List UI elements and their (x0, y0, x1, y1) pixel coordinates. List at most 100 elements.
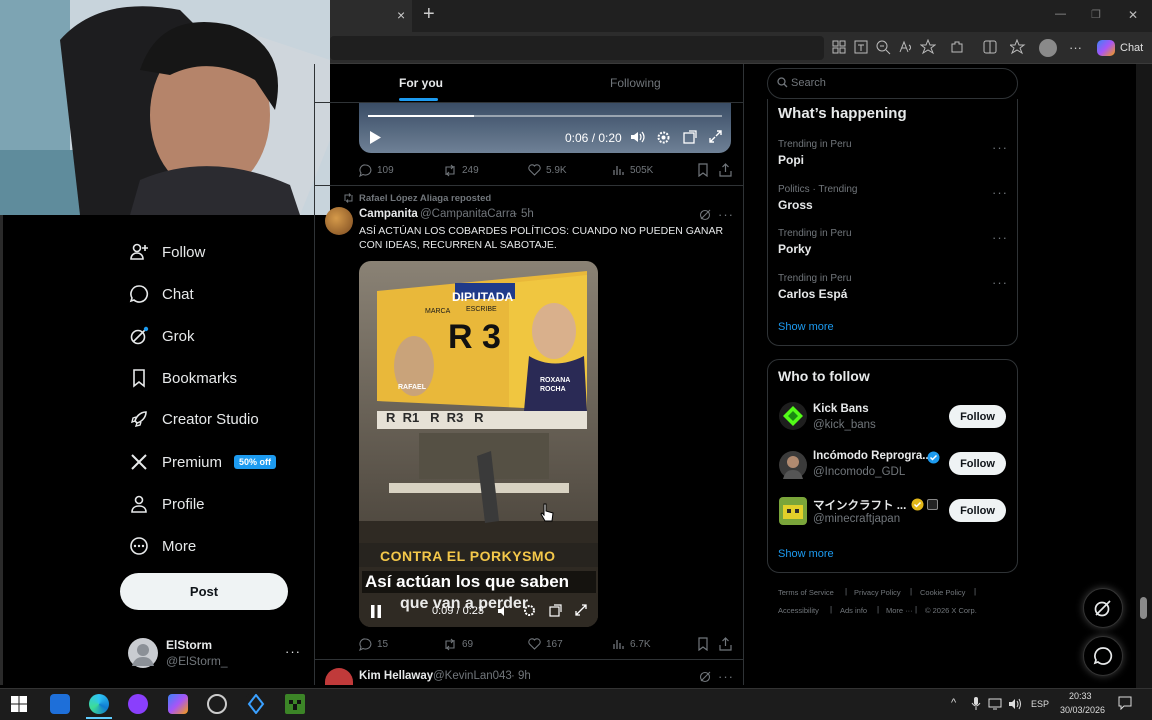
scrollbar-thumb[interactable] (1140, 597, 1147, 619)
favorite-star-icon[interactable] (920, 39, 938, 57)
grok-fab[interactable] (1083, 588, 1123, 628)
bookmark-icon[interactable] (697, 637, 709, 651)
follow-button[interactable]: Follow (949, 499, 1006, 522)
avatar[interactable] (128, 638, 158, 668)
like-action[interactable]: 167 (528, 638, 563, 650)
author-handle[interactable]: @CampanitaCarra (420, 208, 516, 220)
sidebar-item-chat[interactable]: Chat (128, 276, 194, 312)
sidebar-item-bookmarks[interactable]: Bookmarks (128, 360, 237, 396)
footer-accessibility-link[interactable]: Accessibility (778, 606, 819, 615)
trend-menu-icon[interactable]: ··· (992, 230, 1008, 245)
trend-item[interactable]: Trending in Peru Carlos Espá (778, 273, 852, 301)
sidebar-item-creator-studio[interactable]: Creator Studio (128, 401, 259, 437)
fullscreen-icon[interactable] (575, 604, 587, 616)
account-name[interactable]: Kick Bans (813, 403, 869, 415)
app-available-icon[interactable] (831, 39, 849, 57)
fullscreen-icon[interactable] (709, 130, 722, 143)
pip-icon[interactable] (549, 604, 562, 617)
repost-action[interactable]: 249 (443, 164, 479, 177)
post-menu-icon[interactable]: ··· (718, 669, 734, 684)
grok-icon[interactable] (699, 208, 712, 221)
trend-item[interactable]: Trending in Peru Popi (778, 139, 852, 167)
scrollbar[interactable] (1136, 64, 1152, 688)
post-time[interactable]: · 5h (514, 208, 534, 220)
discord-icon[interactable] (128, 694, 148, 714)
settings-more-icon[interactable]: ··· (1069, 40, 1082, 55)
like-action[interactable]: 5.9K (528, 164, 567, 176)
restore-button[interactable]: ❐ (1091, 8, 1101, 21)
post-menu-icon[interactable]: ··· (718, 207, 734, 222)
grok-icon[interactable] (699, 670, 712, 683)
network-icon[interactable] (988, 698, 1002, 710)
copilot-icon[interactable] (168, 694, 188, 714)
account-handle[interactable]: @Incomodo_GDL (813, 466, 905, 478)
pause-icon[interactable] (370, 605, 382, 618)
author-handle[interactable]: @KevinLan043 (433, 670, 512, 682)
settings-gear-icon[interactable] (656, 130, 671, 145)
repost-label[interactable]: Rafael López Aliaga reposted (359, 193, 491, 204)
chat-fab[interactable] (1083, 636, 1123, 676)
views-action[interactable]: 6.7K (612, 638, 651, 650)
avatar[interactable] (325, 207, 353, 235)
sidebar-item-premium[interactable]: Premium 50% off (128, 444, 277, 480)
show-more-link[interactable]: Show more (778, 548, 834, 560)
minimize-button[interactable]: — (1055, 8, 1066, 20)
volume-icon[interactable] (497, 605, 510, 617)
footer-privacy-link[interactable]: Privacy Policy (854, 588, 901, 597)
footer-ads-link[interactable]: Ads info (840, 606, 867, 615)
trend-menu-icon[interactable]: ··· (992, 275, 1008, 290)
reply-action[interactable]: 15 (359, 638, 388, 651)
edge-browser-icon[interactable] (89, 694, 109, 714)
clock-date[interactable]: 30/03/2026 (1060, 705, 1105, 715)
views-action[interactable]: 505K (612, 164, 653, 176)
footer-more-link[interactable]: More ··· (886, 606, 913, 615)
extensions-icon[interactable] (949, 39, 967, 57)
sidebar-item-more[interactable]: More (128, 528, 196, 564)
address-bar[interactable] (330, 36, 824, 60)
sidebar-item-profile[interactable]: Profile (128, 486, 205, 522)
zoom-icon[interactable] (875, 39, 893, 57)
clock-time[interactable]: 20:33 (1069, 691, 1092, 701)
trend-menu-icon[interactable]: ··· (992, 140, 1008, 155)
repost-action[interactable]: 69 (443, 638, 473, 651)
account-handle[interactable]: @kick_bans (813, 419, 876, 431)
tab-for-you[interactable]: For you (399, 76, 443, 90)
account-name[interactable]: マインクラフト ... (813, 497, 906, 513)
close-window-button[interactable]: ✕ (1128, 8, 1138, 22)
close-tab-button[interactable]: × (397, 7, 405, 23)
trend-item[interactable]: Trending in Peru Porky (778, 228, 852, 256)
tray-chevron-icon[interactable]: ^ (951, 697, 956, 709)
play-icon[interactable] (369, 131, 381, 144)
volume-icon[interactable] (1008, 698, 1022, 710)
copilot-chat-label[interactable]: Chat (1120, 42, 1143, 54)
reply-action[interactable]: 109 (359, 164, 394, 177)
avatar[interactable] (779, 451, 807, 479)
author-name[interactable]: Kim Hellaway (359, 670, 433, 682)
microphone-icon[interactable] (971, 697, 981, 711)
author-name[interactable]: Campanita (359, 208, 418, 220)
tab-following[interactable]: Following (610, 76, 661, 90)
avatar[interactable] (779, 497, 807, 525)
obs-icon[interactable] (207, 694, 227, 714)
sidebar-item-grok[interactable]: Grok (128, 318, 195, 354)
trend-menu-icon[interactable]: ··· (992, 185, 1008, 200)
pip-icon[interactable] (683, 130, 697, 144)
show-more-link[interactable]: Show more (778, 321, 834, 333)
settings-gear-icon[interactable] (523, 604, 536, 617)
footer-cookie-link[interactable]: Cookie Policy (920, 588, 965, 597)
outlook-icon[interactable] (50, 694, 70, 714)
translate-icon[interactable] (853, 39, 871, 57)
avatar[interactable] (779, 402, 807, 430)
share-icon[interactable] (719, 163, 732, 177)
bookmark-icon[interactable] (697, 163, 709, 177)
follow-button[interactable]: Follow (949, 405, 1006, 428)
split-screen-icon[interactable] (982, 39, 1000, 57)
post-time[interactable]: · 9h (511, 670, 531, 682)
profile-avatar-icon[interactable] (1039, 39, 1057, 57)
new-tab-button[interactable]: + (423, 3, 435, 26)
sidebar-item-follow[interactable]: Follow (128, 234, 205, 270)
post-button[interactable]: Post (120, 573, 288, 610)
volume-icon[interactable] (630, 130, 645, 144)
copilot-icon[interactable] (1097, 40, 1115, 56)
video-player[interactable] (359, 103, 731, 153)
